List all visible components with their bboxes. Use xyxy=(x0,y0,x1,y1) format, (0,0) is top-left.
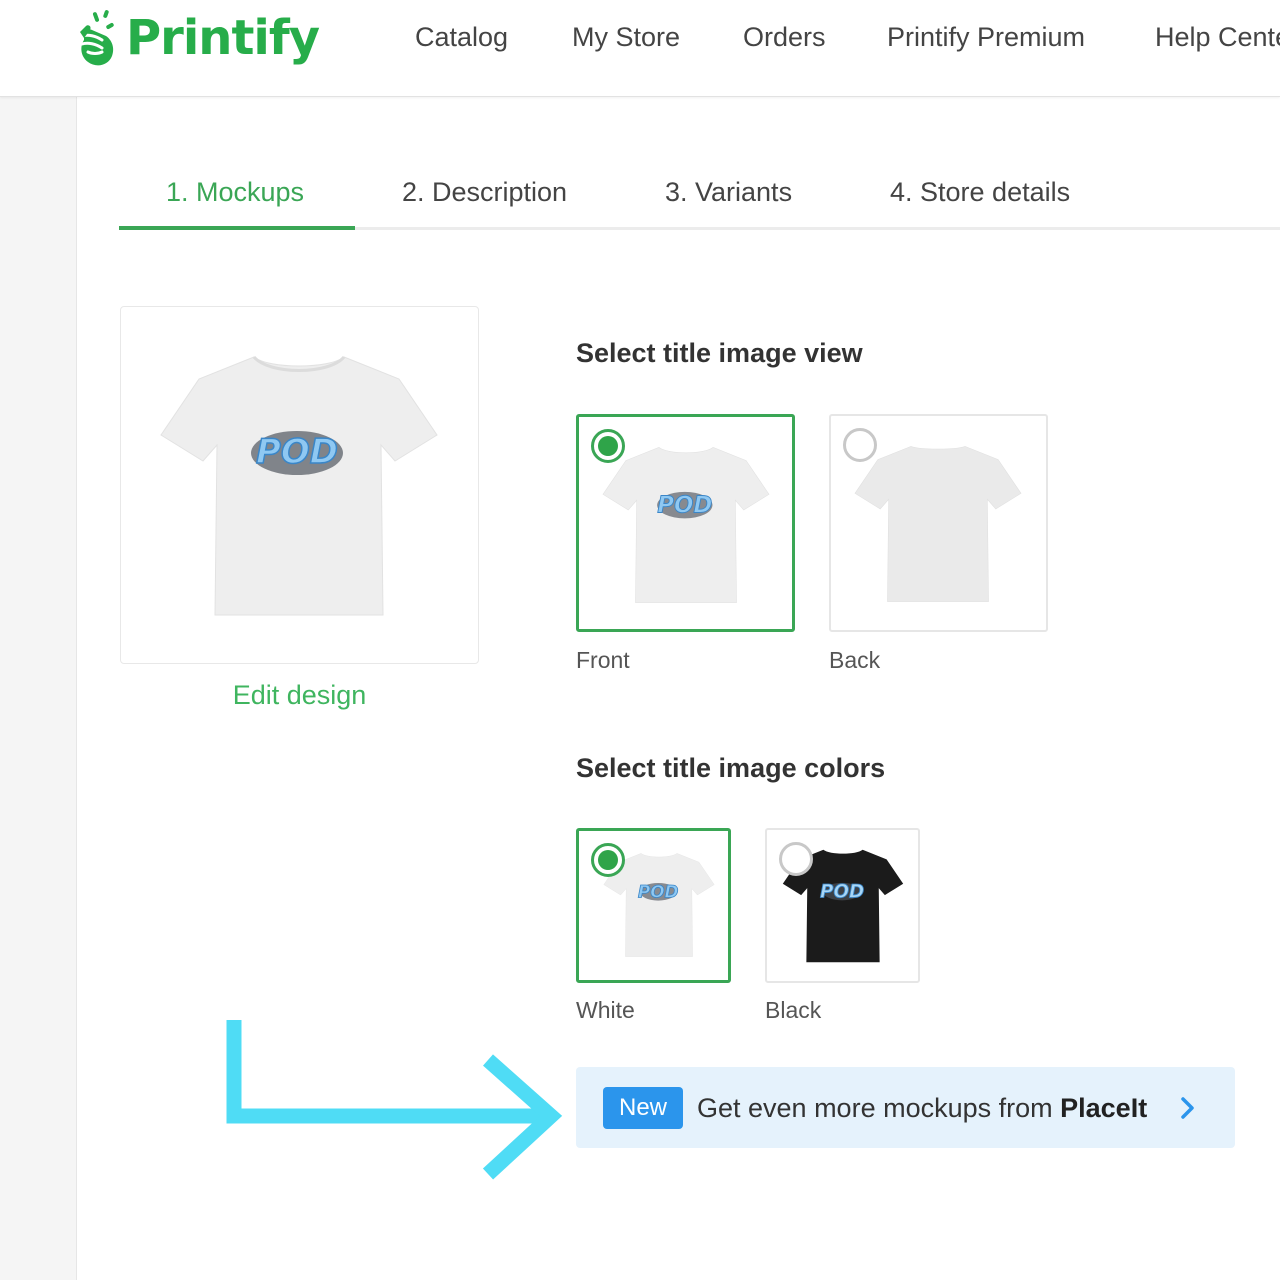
nav-my-store[interactable]: My Store xyxy=(572,20,680,54)
tab-variants[interactable]: 3. Variants xyxy=(665,170,792,214)
nav-catalog[interactable]: Catalog xyxy=(415,20,508,54)
svg-text:POD: POD xyxy=(820,882,864,903)
arrow-right-icon xyxy=(226,1020,563,1180)
color-section-title: Select title image colors xyxy=(576,753,886,783)
view-option-back[interactable] xyxy=(829,414,1048,632)
color-option-white[interactable]: POD xyxy=(576,828,731,983)
printify-logo[interactable]: Printify xyxy=(74,4,320,72)
tab-mockups[interactable]: 1. Mockups xyxy=(166,170,304,214)
view-section-title: Select title image view xyxy=(576,338,863,368)
placeit-banner[interactable]: New Get even more mockups from PlaceIt xyxy=(576,1067,1235,1148)
step-tabs: 1. Mockups 2. Description 3. Variants 4.… xyxy=(119,170,1280,230)
view-label-back: Back xyxy=(829,647,881,673)
snapping-hand-icon xyxy=(80,10,114,66)
tshirt-front-thumb: POD xyxy=(602,447,770,603)
radio-back[interactable] xyxy=(843,428,877,462)
color-label-white: White xyxy=(576,997,635,1023)
tshirt-front-image: POD xyxy=(160,355,438,616)
mockup-preview: POD xyxy=(120,306,479,664)
nav-printify-premium[interactable]: Printify Premium xyxy=(887,20,1085,54)
view-option-front[interactable]: POD xyxy=(576,414,795,632)
design-text: POD xyxy=(256,432,338,472)
top-navigation-bar: Printify Catalog My Store Orders Printif… xyxy=(0,0,1280,97)
radio-black[interactable] xyxy=(779,842,813,876)
nav-orders[interactable]: Orders xyxy=(743,20,826,54)
active-tab-indicator xyxy=(119,226,355,230)
color-label-black: Black xyxy=(765,997,822,1023)
tab-description[interactable]: 2. Description xyxy=(402,170,567,214)
chevron-right-icon[interactable] xyxy=(1176,1095,1200,1121)
new-badge: New xyxy=(603,1087,683,1129)
radio-front[interactable] xyxy=(591,429,625,463)
radio-white[interactable] xyxy=(591,843,625,877)
tshirt-back-thumb xyxy=(854,446,1022,602)
color-option-black[interactable]: POD xyxy=(765,828,920,983)
edit-design-link[interactable]: Edit design xyxy=(120,680,479,711)
banner-text: Get even more mockups from PlaceIt xyxy=(697,1093,1148,1123)
tab-store-details[interactable]: 4. Store details xyxy=(890,170,1070,214)
svg-text:POD: POD xyxy=(657,492,712,518)
nav-help-center[interactable]: Help Cente xyxy=(1155,20,1280,54)
brand-name: Printify xyxy=(126,10,320,66)
side-gutter xyxy=(0,97,77,1280)
view-label-front: Front xyxy=(576,647,630,673)
svg-text:POD: POD xyxy=(638,881,679,901)
placeit-brand: PlaceIt xyxy=(1060,1093,1148,1123)
